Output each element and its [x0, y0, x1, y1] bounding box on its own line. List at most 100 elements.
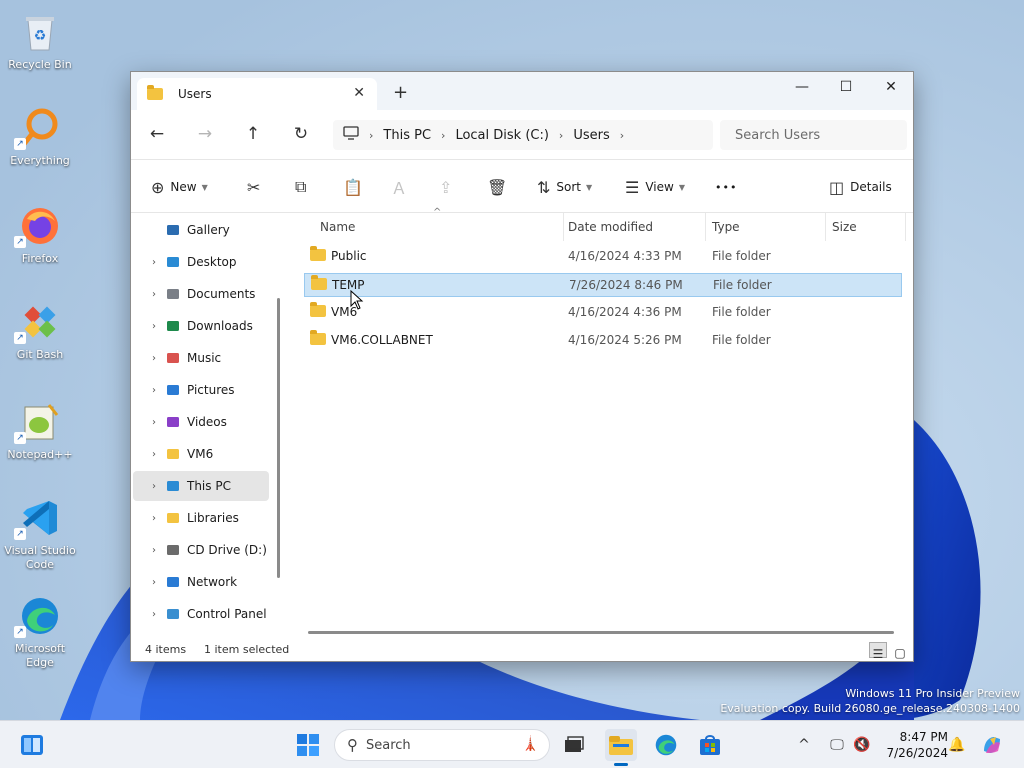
navigation-pane: Gallery › Desktop › Documents › Downloads › Musi…	[131, 213, 287, 639]
chevron-right-icon[interactable]: ›	[143, 321, 165, 332]
title-bar[interactable]: Users ✕ + — ☐ ✕	[131, 72, 913, 110]
chevron-right-icon[interactable]: ›	[143, 257, 165, 268]
sort-button[interactable]: ⇅ Sort ▼	[537, 175, 592, 199]
chevron-right-icon[interactable]: ›	[143, 353, 165, 364]
paste-button[interactable]: 📋	[343, 175, 369, 199]
details-pane-button[interactable]: ◫ Details	[829, 175, 892, 199]
chevron-right-icon[interactable]: ›	[143, 385, 165, 396]
maximize-button[interactable]: ☐	[823, 72, 869, 102]
breadcrumb-users[interactable]: Users	[573, 128, 609, 143]
up-button[interactable]: ↑	[241, 122, 265, 146]
copy-button[interactable]: ⧉	[295, 175, 312, 199]
file-row[interactable]: TEMP 7/26/2024 8:46 PM File folder	[304, 273, 902, 297]
nav-item-pictures[interactable]: › Pictures	[133, 375, 269, 405]
nav-item-vm6[interactable]: › VM6	[133, 439, 269, 469]
desktop-icon-everything[interactable]: ↗ Everything	[0, 104, 80, 184]
close-button[interactable]: ✕	[868, 72, 914, 102]
nav-item-libraries[interactable]: › Libraries	[133, 503, 269, 533]
tiles-view-toggle[interactable]: ▢	[891, 642, 909, 660]
tab-users[interactable]: Users ✕	[137, 78, 377, 110]
start-button[interactable]	[292, 729, 324, 761]
delete-button[interactable]: 🗑	[487, 175, 513, 199]
search-input[interactable]: Search Users	[720, 120, 907, 150]
chevron-down-icon: ▼	[586, 182, 593, 192]
nav-item-label: Documents	[187, 287, 256, 301]
chevron-right-icon[interactable]: ›	[143, 449, 165, 460]
minimize-button[interactable]: —	[779, 72, 825, 102]
nav-item-downloads[interactable]: › Downloads	[133, 311, 269, 341]
breadcrumb-local-disk[interactable]: Local Disk (C:)	[455, 128, 548, 143]
more-options-button[interactable]: •••	[715, 175, 737, 199]
back-button[interactable]: ←	[145, 122, 169, 146]
nav-item-label: This PC	[187, 479, 231, 493]
nav-item-documents[interactable]: › Documents	[133, 279, 269, 309]
nav-item-cd-drive-d[interactable]: › CD Drive (D:)	[133, 535, 269, 565]
address-bar[interactable]: › This PC › Local Disk (C:) › Users ›	[333, 120, 713, 150]
copilot-icon	[984, 737, 1000, 753]
chevron-right-icon[interactable]: ›	[143, 577, 165, 588]
chevron-right-icon[interactable]: ›	[143, 481, 165, 492]
nav-item-music[interactable]: › Music	[133, 343, 269, 373]
desktop-icon-notepad-plus-plus[interactable]: ↗ Notepad++	[0, 398, 80, 478]
taskbar-search-input[interactable]: ⚲ Search 🗼	[334, 729, 550, 761]
column-header-type[interactable]: Type	[706, 213, 826, 241]
task-view-button[interactable]	[558, 729, 590, 761]
rename-button[interactable]: Ａ	[391, 175, 413, 199]
file-name: Public	[331, 249, 367, 263]
chevron-right-icon[interactable]: ›	[143, 289, 165, 300]
column-header-date-modified[interactable]: Date modified	[562, 213, 706, 241]
notifications-button[interactable]: 🔔	[946, 721, 968, 768]
share-button[interactable]: ⇪	[439, 175, 458, 199]
new-tab-button[interactable]: +	[393, 82, 408, 103]
nav-item-network[interactable]: › Network	[133, 567, 269, 597]
file-row[interactable]: Public 4/16/2024 4:33 PM File folder	[304, 245, 902, 269]
details-view-toggle[interactable]: ☰	[869, 642, 887, 661]
show-hidden-icons-button[interactable]: ^	[794, 721, 814, 768]
column-header-name[interactable]: Name	[314, 213, 564, 241]
file-explorer-taskbar-button[interactable]	[605, 729, 637, 761]
file-name-cell: Public	[310, 246, 367, 263]
taskbar-clock[interactable]: 8:47 PM 7/26/2024	[878, 729, 948, 761]
nav-item-control-panel[interactable]: › Control Panel	[133, 599, 269, 629]
horizontal-scrollbar[interactable]	[308, 631, 894, 634]
column-header-size[interactable]: Size	[826, 213, 906, 241]
chevron-right-icon[interactable]: ›	[143, 513, 165, 524]
nav-item-videos[interactable]: › Videos	[133, 407, 269, 437]
desktop-icon-firefox[interactable]: ↗ Firefox	[0, 202, 80, 282]
details-label: Details	[850, 180, 892, 194]
chevron-right-icon[interactable]: ›	[620, 129, 624, 142]
chevron-right-icon[interactable]: ›	[143, 417, 165, 428]
monitor-network-icon: 🖵	[830, 737, 844, 753]
chevron-right-icon[interactable]: ›	[143, 609, 165, 620]
rename-icon: Ａ	[391, 179, 408, 198]
desktop-icon-git-bash[interactable]: ↗ Git Bash	[0, 298, 80, 378]
desktop-icon-recycle-bin[interactable]: ♻ Recycle Bin	[0, 8, 80, 88]
widgets-button[interactable]	[16, 729, 48, 761]
nav-item-desktop[interactable]: › Desktop	[133, 247, 269, 277]
network-icon	[165, 574, 181, 590]
cut-button[interactable]: ✂	[247, 175, 266, 199]
recycle-bin-icon: ♻	[16, 8, 64, 56]
nav-item-this-pc[interactable]: › This PC	[133, 471, 269, 501]
nav-scrollbar[interactable]	[277, 298, 280, 578]
edge-taskbar-button[interactable]	[650, 729, 682, 761]
new-button[interactable]: ⊕ New ▼	[151, 175, 208, 199]
file-row[interactable]: VM6 4/16/2024 4:36 PM File folder	[304, 301, 902, 325]
view-button[interactable]: ☰ View ▼	[625, 175, 685, 199]
refresh-button[interactable]: ↻	[289, 122, 313, 146]
store-taskbar-button[interactable]	[694, 729, 726, 761]
desktop-icon-edge[interactable]: ↗ Microsoft Edge	[0, 592, 80, 672]
tab-close-icon[interactable]: ✕	[353, 85, 365, 101]
search-icon: ⚲	[347, 736, 358, 754]
breadcrumb-this-pc[interactable]: This PC	[383, 128, 431, 143]
forward-button[interactable]: →	[193, 122, 217, 146]
copilot-button[interactable]	[978, 721, 1006, 768]
nav-item-gallery[interactable]: Gallery	[133, 215, 269, 245]
more-icon: •••	[715, 180, 738, 194]
file-row[interactable]: VM6.COLLABNET 4/16/2024 5:26 PM File folde…	[304, 329, 902, 353]
chevron-right-icon[interactable]: ›	[143, 545, 165, 556]
network-tray-button[interactable]: 🖵	[826, 721, 848, 768]
desktop-icon-vscode[interactable]: ↗ Visual Studio Code	[0, 494, 80, 574]
folder-icon	[310, 302, 326, 317]
volume-tray-button[interactable]: 🔇	[852, 721, 872, 768]
